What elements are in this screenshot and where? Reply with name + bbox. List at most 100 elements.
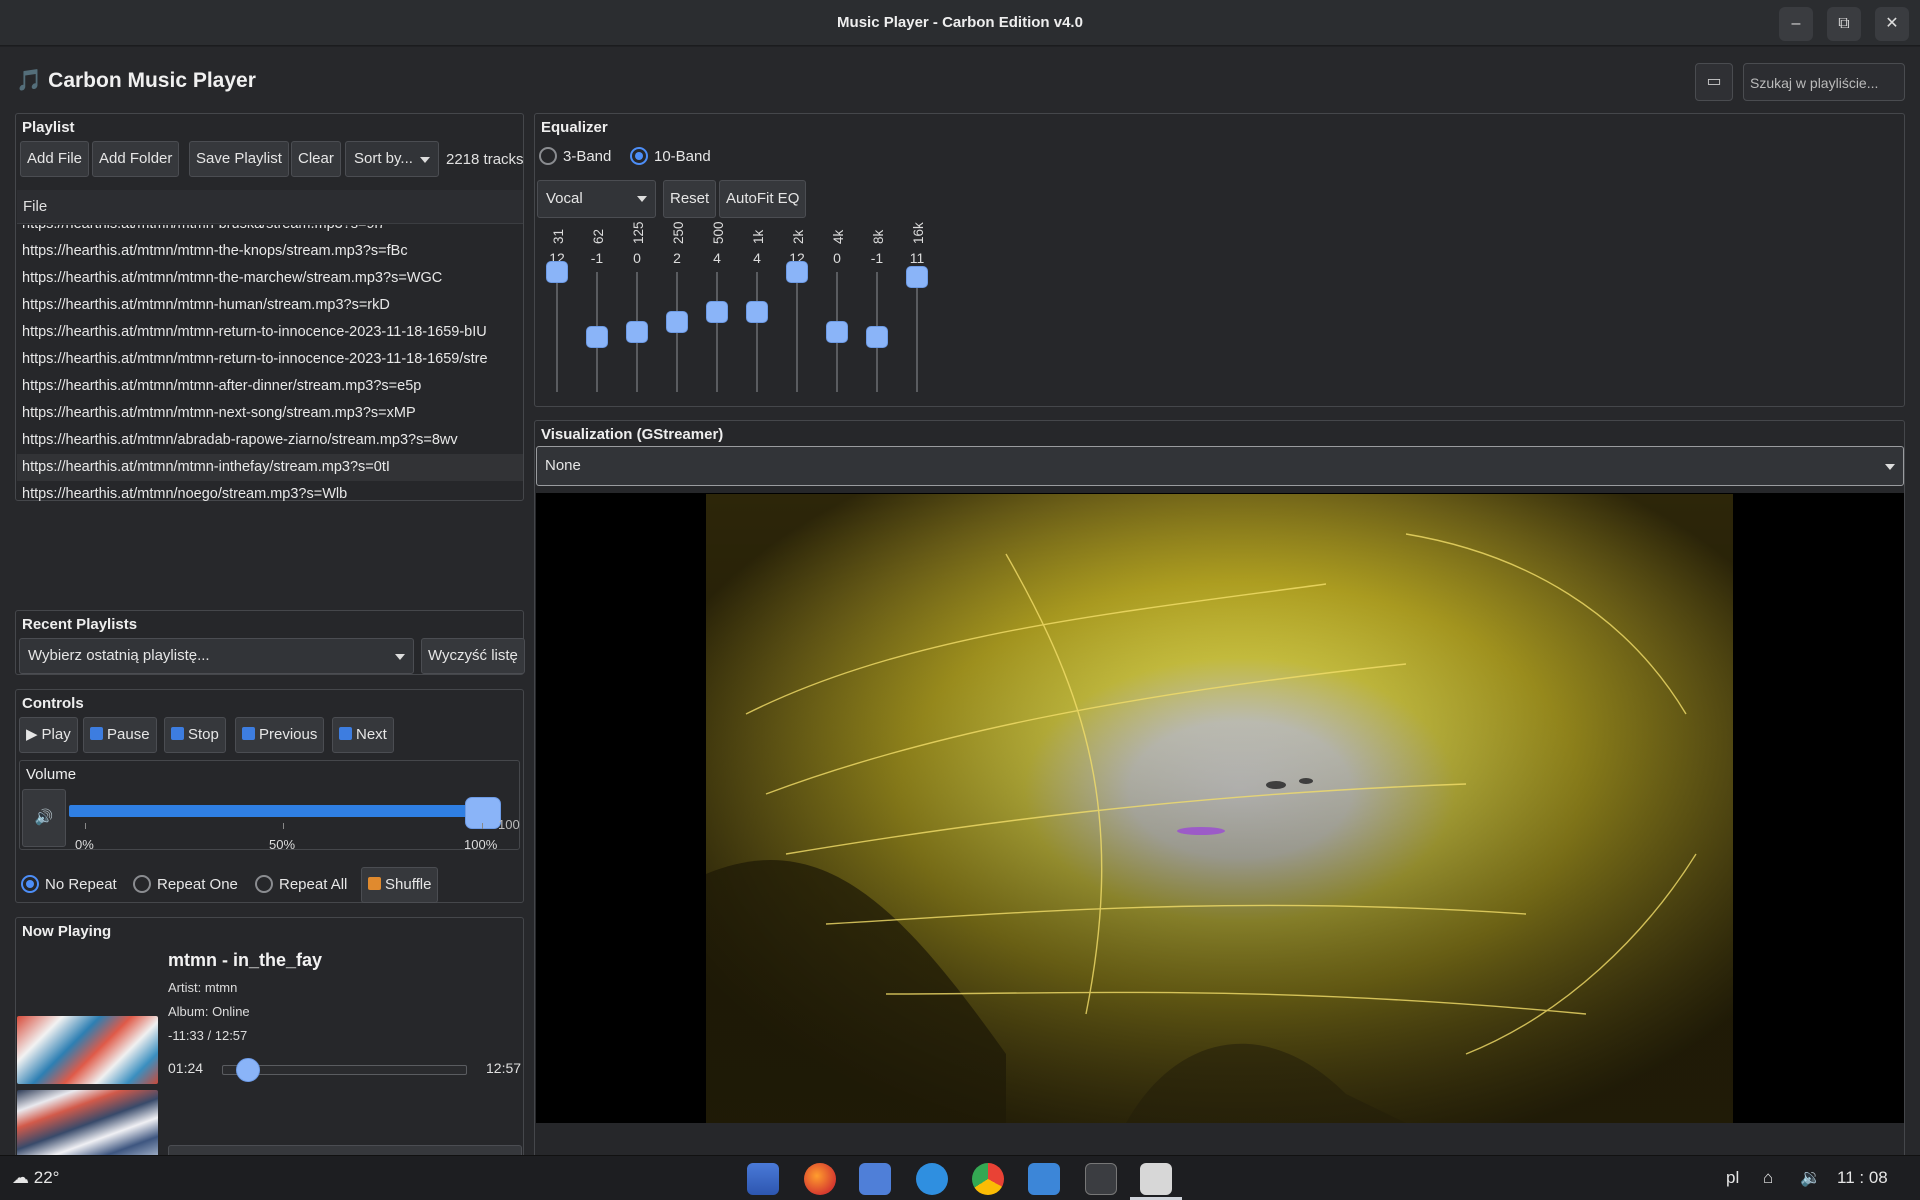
network-icon[interactable]: ⌂ [1763,1168,1773,1188]
pause-button[interactable]: Pause [83,717,157,753]
search-input[interactable]: Szukaj w playliście... [1743,63,1905,101]
eq-slider-handle[interactable] [666,311,688,333]
eq-slider-handle[interactable] [826,321,848,343]
volume-title: Volume [26,766,77,783]
shuffle-button[interactable]: Shuffle [361,867,439,903]
playlist-row[interactable]: https://hearthis.at/mtmn/mtmn-bruska/str… [17,225,523,238]
playlist-row[interactable]: https://hearthis.at/mtmn/mtmn-the-knops/… [17,238,523,265]
playlist-row[interactable]: https://hearthis.at/mtmn/mtmn-the-marche… [17,265,523,292]
autofit-eq-button[interactable]: AutoFit EQ [719,180,807,218]
clock[interactable]: 11 : 08 [1837,1168,1888,1188]
keyboard-layout[interactable]: pl [1726,1168,1739,1188]
previous-label: Previous [259,726,318,743]
clear-button[interactable]: Clear [291,141,341,177]
eq-reset-button[interactable]: Reset [663,180,717,218]
controls-group: Controls ▶ Play Pause Stop Previous Next … [15,689,524,903]
kdeconnect-icon[interactable] [916,1163,948,1195]
chromium-icon[interactable] [972,1163,1004,1195]
eq-band-gain: -1 [870,250,884,266]
maximize-button[interactable]: ⧉ [1827,7,1861,41]
playlist-row[interactable]: https://hearthis.at/mtmn/mtmn-after-dinn… [17,373,523,400]
playlist-row[interactable]: https://hearthis.at/mtmn/mtmn-return-to-… [17,346,523,373]
volume-slider-track[interactable] [69,805,483,817]
controls-title: Controls [22,695,84,712]
artist-label: Artist: mtmn [168,980,238,995]
stop-button[interactable]: Stop [164,717,226,753]
eq-slider-handle[interactable] [586,326,608,348]
recent-playlists-group: Recent Playlists Wybierz ostatnią playli… [15,610,525,675]
playlist-row[interactable]: https://hearthis.at/mtmn/mtmn-return-to-… [17,319,523,346]
visualization-select[interactable]: None [536,446,1904,486]
stack-icon[interactable] [747,1163,779,1195]
volume-tick [482,823,483,829]
terminal-icon[interactable] [1085,1163,1117,1195]
album-art-bottom [17,1090,158,1158]
eq-3band-radio[interactable]: 3-Band [539,147,611,165]
toggle-panel-button[interactable]: ▭ [1695,63,1733,101]
pause-label: Pause [107,726,150,743]
playlist-row[interactable]: https://hearthis.at/mtmn/mtmn-inthefay/s… [17,454,523,481]
clear-recent-button[interactable]: Wyczyść listę [421,638,525,674]
volume-icon[interactable]: 🔉 [1800,1168,1821,1188]
eq-band-gain: 0 [633,250,641,266]
eq-slider-handle[interactable] [706,301,728,323]
eq-band-gain: 0 [833,250,841,266]
eq-slider-handle[interactable] [786,261,808,283]
mute-button[interactable]: 🔊 [22,789,66,847]
eq-band-gain: 11 [909,250,925,266]
save-playlist-button[interactable]: Save Playlist [189,141,289,177]
eq-slider-track[interactable] [916,272,918,392]
firefox-icon[interactable] [804,1163,836,1195]
eq-slider-track[interactable] [716,272,718,392]
eq-slider-handle[interactable] [906,266,928,288]
eq-slider-handle[interactable] [746,301,768,323]
playlist-list[interactable]: https://hearthis.at/mtmn/mtmn-bruska/str… [17,225,523,501]
eq-slider-handle[interactable] [866,326,888,348]
weather-widget[interactable]: ☁ 22° [12,1168,59,1188]
playlist-row[interactable]: https://hearthis.at/mtmn/abradab-rapowe-… [17,427,523,454]
previous-button[interactable]: Previous [235,717,325,753]
eq-slider-handle[interactable] [626,321,648,343]
recent-playlist-select[interactable]: Wybierz ostatnią playlistę... [19,638,414,674]
eq-slider-handle[interactable] [546,261,568,283]
radio-unchecked-icon [539,147,557,165]
add-folder-button[interactable]: Add Folder [92,141,180,177]
no-repeat-radio[interactable]: No Repeat [21,875,117,893]
eq-band-freq-wrap: 2k [777,220,817,248]
column-header-file[interactable]: File [17,190,523,224]
files-icon[interactable] [1028,1163,1060,1195]
eq-preset-value: Vocal [546,190,583,207]
playlist-row[interactable]: https://hearthis.at/mtmn/mtmn-human/stre… [17,292,523,319]
seek-slider-handle[interactable] [236,1058,261,1082]
eq-band-freq-wrap: 125 [617,220,657,248]
eq-band-1k: 1k 4 [737,220,777,400]
store-icon[interactable] [859,1163,891,1195]
eq-slider-track[interactable] [756,272,758,392]
eq-band-62: 62 -1 [577,220,617,400]
eq-band-freq-wrap: 62 [577,220,617,248]
repeat-one-radio[interactable]: Repeat One [133,875,238,893]
eq-10band-radio[interactable]: 10-Band [630,147,711,165]
add-file-button[interactable]: Add File [20,141,90,177]
eq-band-frequency: 250 [671,221,686,244]
visualization-frame [706,494,1733,1123]
sort-by-dropdown[interactable]: Sort by... [345,141,439,177]
settings-icon[interactable] [1140,1163,1172,1195]
close-button[interactable]: ✕ [1875,7,1909,41]
volume-slider-handle[interactable] [465,797,501,829]
playlist-row[interactable]: https://hearthis.at/mtmn/mtmn-next-song/… [17,400,523,427]
eq-preset-select[interactable]: Vocal [537,180,656,218]
next-button[interactable]: Next [332,717,394,753]
repeat-all-radio[interactable]: Repeat All [255,875,347,893]
play-button[interactable]: ▶ Play [19,717,78,753]
eq-slider-track[interactable] [556,272,558,392]
chevron-down-icon [395,654,405,660]
eq-band-frequency: 125 [631,221,646,244]
chevron-down-icon [420,157,430,163]
minimize-button[interactable]: – [1779,7,1813,41]
playlist-row[interactable]: https://hearthis.at/mtmn/noego/stream.mp… [17,481,523,501]
window-titlebar: Music Player - Carbon Edition v4.0 – ⧉ ✕ [0,0,1920,46]
stop-icon [171,727,184,740]
eq-slider-track[interactable] [796,272,798,392]
eq-band-gain: 2 [673,250,681,266]
